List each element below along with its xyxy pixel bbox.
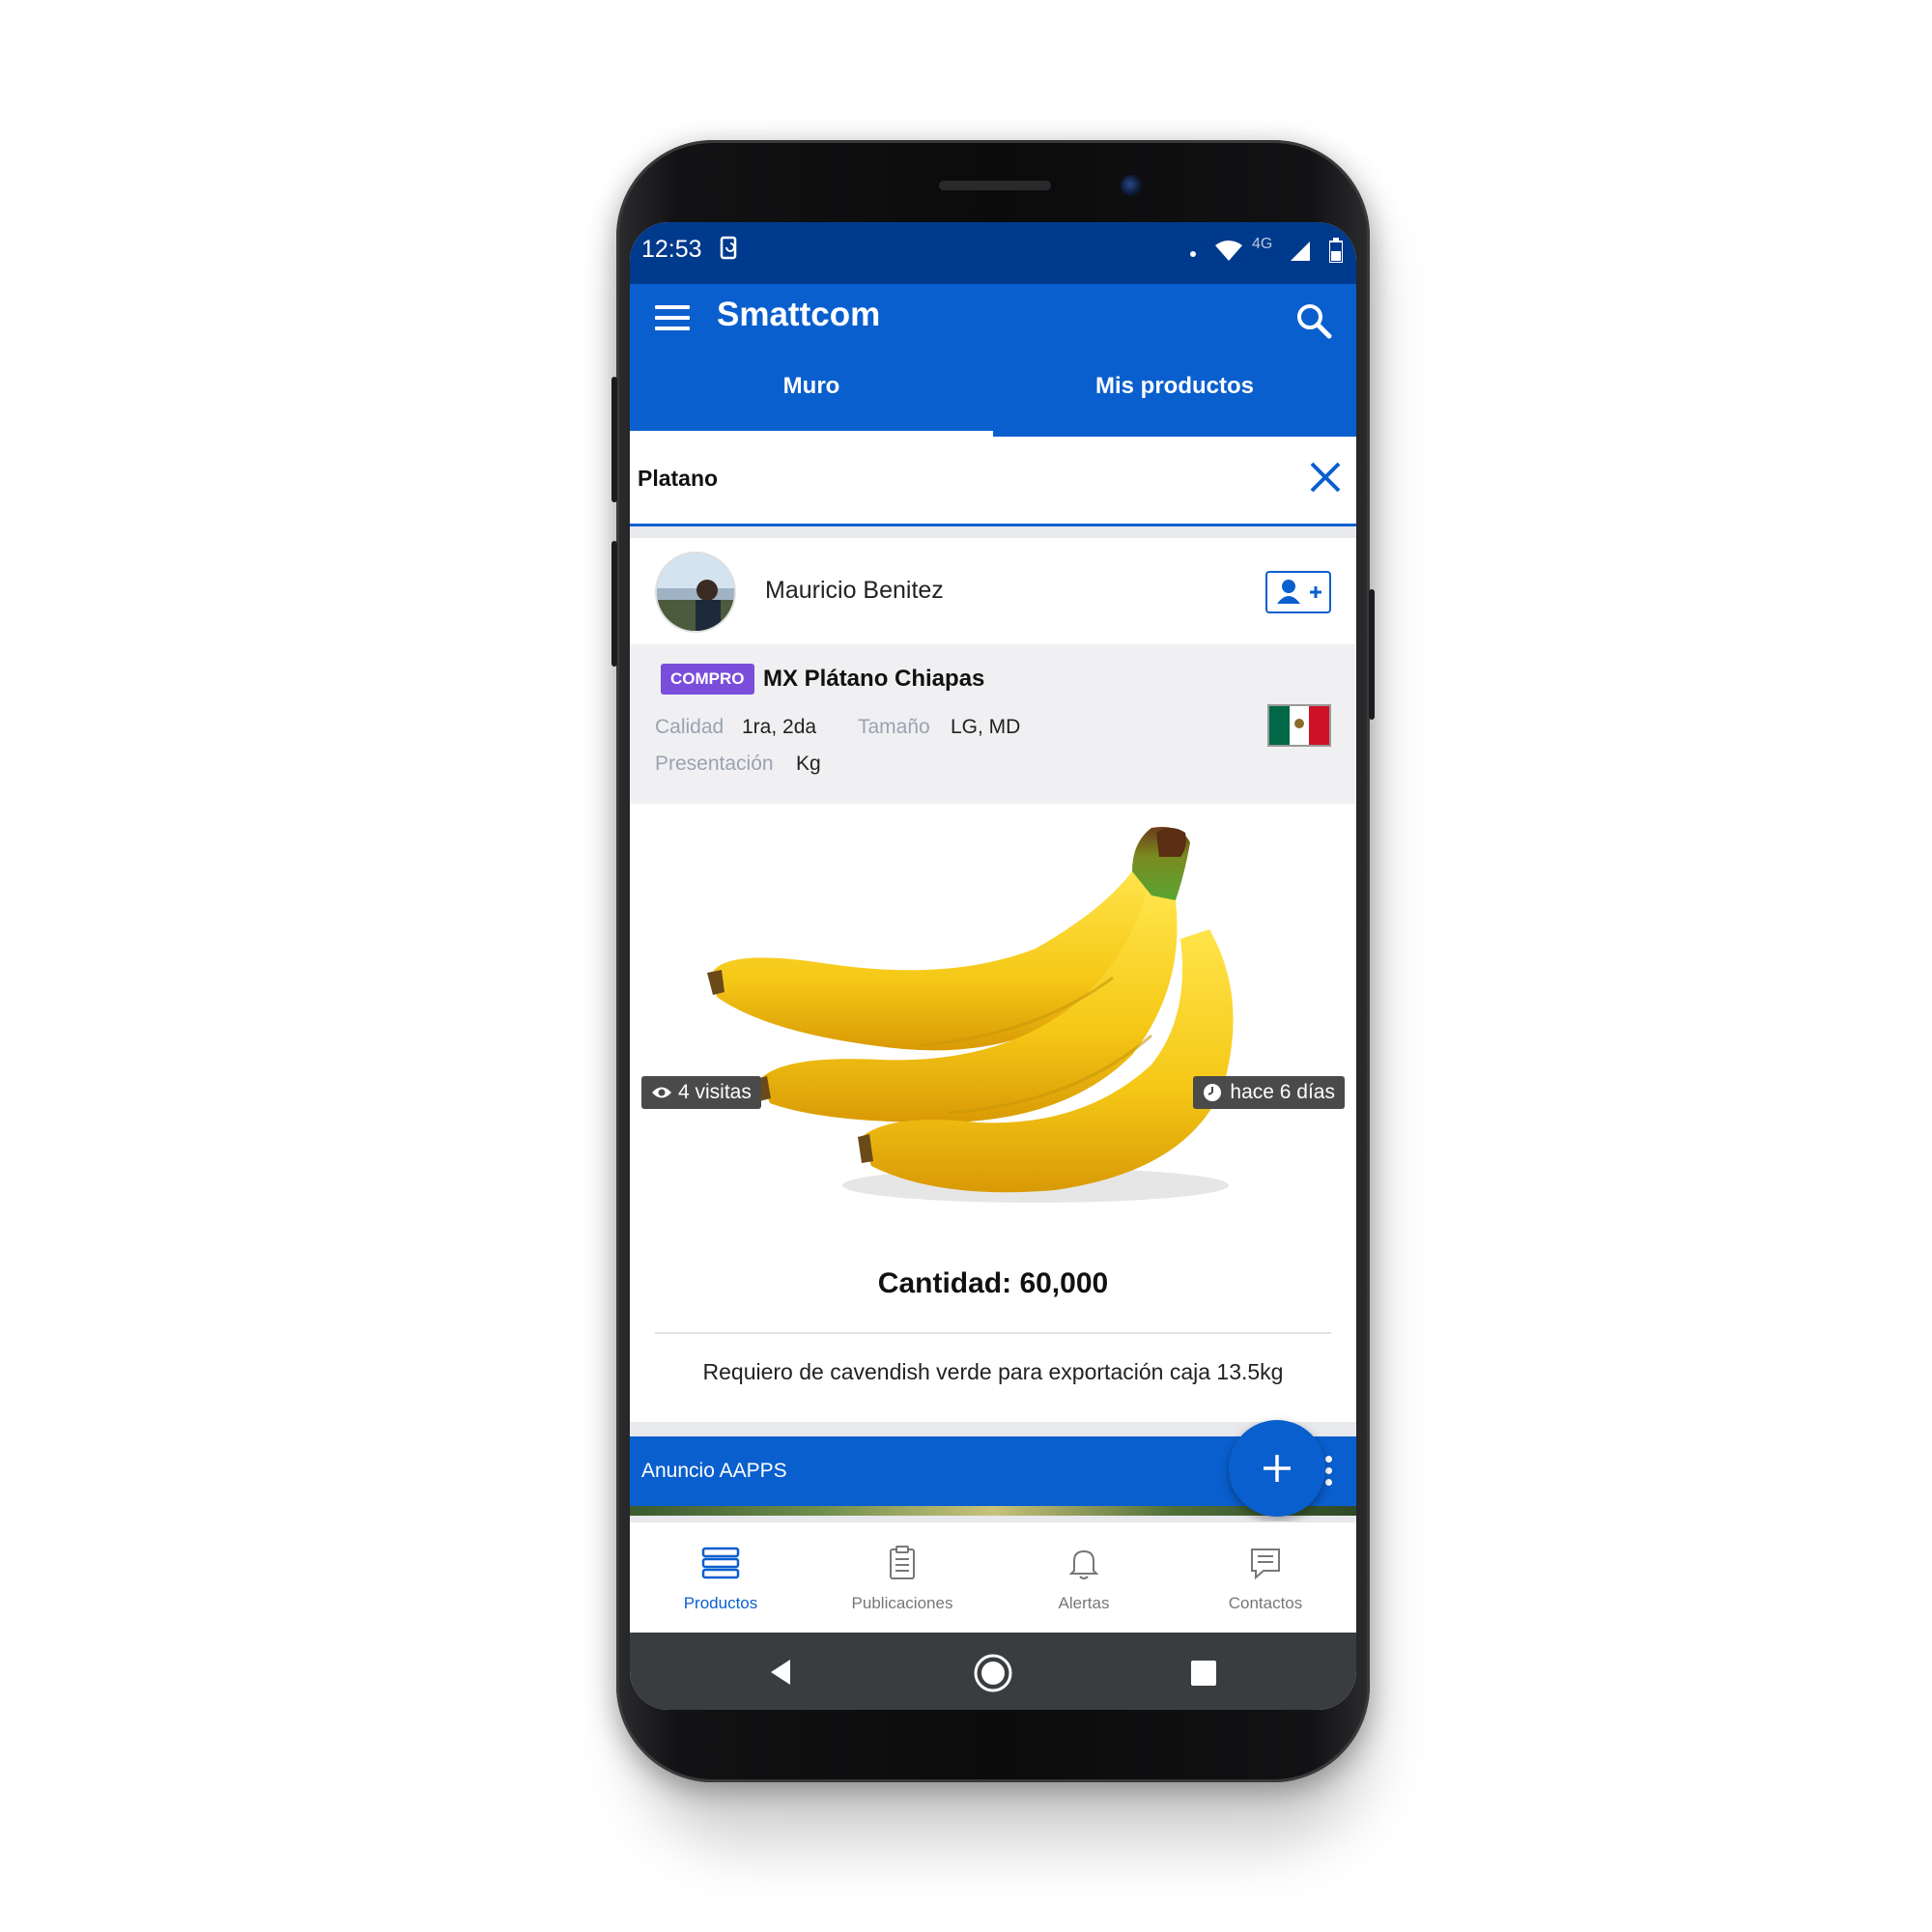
app-title: Smattcom — [717, 296, 881, 333]
clipboard-icon — [883, 1544, 922, 1582]
product-info: COMPRO MX Plátano Chiapas Calidad 1ra, 2… — [630, 644, 1356, 804]
add-contact-button[interactable] — [1265, 571, 1331, 613]
clock-icon — [1204, 1084, 1222, 1102]
system-navigation-bar — [630, 1633, 1356, 1710]
user-name[interactable]: Mauricio Benitez — [765, 577, 944, 605]
notification-dot-icon — [1190, 251, 1196, 257]
chat-icon — [1246, 1544, 1285, 1582]
add-user-icon — [1277, 580, 1321, 604]
search-icon[interactable] — [1294, 301, 1333, 340]
bottom-navigation: Productos Publicaciones Alertas Contacto… — [630, 1521, 1356, 1634]
add-post-button[interactable] — [1229, 1420, 1325, 1517]
home-icon[interactable] — [972, 1652, 1014, 1699]
product-post-card[interactable]: Mauricio Benitez COMPRO MX Plátano Chiap… — [630, 538, 1356, 1422]
battery-icon — [1328, 238, 1344, 268]
status-time: 12:53 — [641, 236, 702, 263]
wifi-icon — [1214, 240, 1243, 268]
back-icon[interactable] — [767, 1658, 794, 1691]
time-badge: hace 6 días — [1193, 1076, 1345, 1109]
search-bar: Platano — [630, 437, 1356, 526]
ad-label: Anuncio AAPPS — [641, 1460, 787, 1482]
volume-button — [611, 377, 617, 502]
tamano-label: Tamaño — [858, 716, 930, 738]
views-badge: 4 visitas — [641, 1076, 761, 1109]
banana-image — [707, 827, 1234, 1203]
phone-speaker — [939, 181, 1051, 190]
nav-label-publicaciones: Publicaciones — [851, 1594, 953, 1612]
nav-label-contactos: Contactos — [1228, 1594, 1303, 1612]
post-description: Requiero de cavendish verde para exporta… — [702, 1359, 1284, 1384]
nav-publicaciones[interactable]: Publicaciones — [811, 1522, 993, 1634]
recent-apps-icon[interactable] — [1190, 1660, 1217, 1691]
close-icon[interactable] — [1306, 458, 1345, 497]
avatar[interactable] — [655, 552, 736, 633]
tab-muro[interactable]: Muro — [630, 348, 993, 437]
phone-screen: 12:53 4G Smattcom Muro Mis productos Pla… — [630, 222, 1356, 1710]
eye-icon — [652, 1087, 671, 1098]
quantity-label: Cantidad: 60,000 — [877, 1267, 1109, 1299]
volume-button-lower — [611, 541, 617, 667]
search-input[interactable]: Platano — [638, 466, 718, 492]
presentacion-value: Kg — [796, 753, 821, 775]
calidad-value: 1ra, 2da — [742, 716, 817, 738]
compro-badge: COMPRO — [661, 664, 754, 695]
product-title: MX Plátano Chiapas — [763, 666, 985, 692]
plus-icon — [1264, 1455, 1291, 1482]
nav-label-productos: Productos — [683, 1594, 758, 1612]
tab-bar: Muro Mis productos — [630, 348, 1356, 437]
screen-rotate-icon — [719, 236, 740, 267]
nav-alertas[interactable]: Alertas — [993, 1522, 1175, 1634]
product-image[interactable]: 4 visitas hace 6 días — [630, 804, 1356, 1229]
more-options-icon[interactable] — [1325, 1456, 1333, 1491]
divider — [655, 1332, 1331, 1334]
presentacion-label: Presentación — [655, 753, 774, 775]
nav-label-alertas: Alertas — [1058, 1594, 1110, 1612]
calidad-label: Calidad — [655, 716, 724, 738]
nav-productos[interactable]: Productos — [630, 1522, 811, 1634]
front-camera — [1121, 175, 1142, 196]
signal-icon — [1289, 240, 1312, 268]
feed: Mauricio Benitez COMPRO MX Plátano Chiap… — [630, 526, 1356, 1647]
hamburger-menu-icon[interactable] — [655, 305, 690, 334]
post-header: Mauricio Benitez — [630, 538, 1356, 644]
bell-icon — [1065, 1544, 1103, 1582]
network-type-label: 4G — [1252, 236, 1273, 252]
layers-icon — [701, 1544, 740, 1582]
power-button — [1369, 589, 1375, 720]
time-ago: hace 6 días — [1230, 1081, 1335, 1103]
nav-contactos[interactable]: Contactos — [1175, 1522, 1356, 1634]
tamano-value: LG, MD — [951, 716, 1021, 738]
tab-mis-productos[interactable]: Mis productos — [993, 348, 1356, 437]
status-bar: 12:53 4G — [630, 222, 1356, 284]
mexico-flag-icon — [1267, 704, 1331, 747]
views-count: 4 visitas — [678, 1081, 752, 1103]
